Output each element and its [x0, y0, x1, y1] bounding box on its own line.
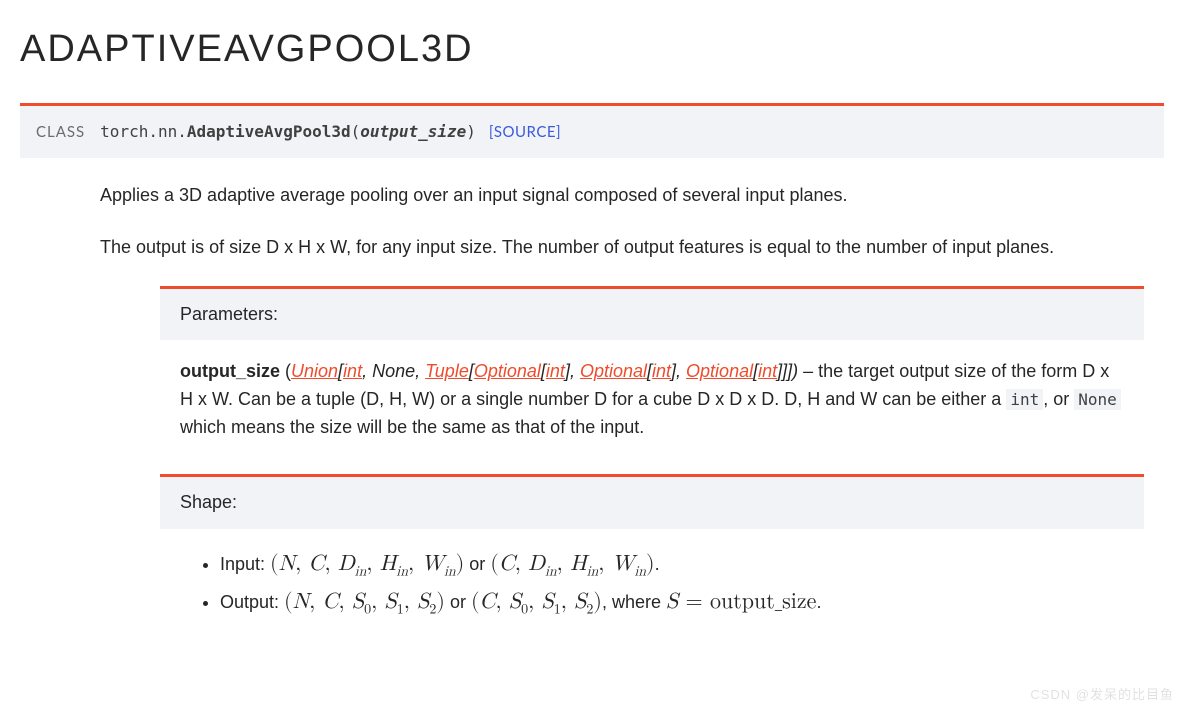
param-desc-mid: , or	[1043, 389, 1074, 409]
parameters-header: Parameters:	[160, 289, 1144, 341]
type-optional-link[interactable]: Optional	[474, 361, 541, 381]
parameters-section: Parameters: output_size (Union[int, None…	[160, 286, 1144, 447]
signature-path: torch.nn.AdaptiveAvgPool3d(output_size)	[100, 122, 476, 141]
type-int-link[interactable]: int	[343, 361, 362, 381]
description-para-2: The output is of size D x H x W, for any…	[100, 234, 1144, 262]
shape-output-item: Output: (N, C, S0, S1, S2) or (C, S0, S1…	[220, 585, 1124, 619]
literal-none: None	[1074, 389, 1121, 410]
source-link[interactable]: [SOURCE]	[489, 123, 561, 141]
parameters-body: output_size (Union[int, None, Tuple[Opti…	[160, 340, 1144, 446]
math-input-full: (N, C, Din, Hin, Win)	[270, 553, 464, 575]
description-para-1: Applies a 3D adaptive average pooling ov…	[100, 182, 1144, 210]
type-int-link[interactable]: int	[758, 361, 777, 381]
literal-int: int	[1006, 389, 1043, 410]
shape-section: Shape: Input: (N, C, Din, Hin, Win) or (…	[160, 474, 1144, 627]
page-title: ADAPTIVEAVGPOOL3D	[20, 20, 1164, 79]
class-signature: CLASS torch.nn.AdaptiveAvgPool3d(output_…	[20, 103, 1164, 158]
type-int-link[interactable]: int	[546, 361, 565, 381]
math-output-full: (N, C, S0, S1, S2)	[284, 591, 445, 613]
shape-header: Shape:	[160, 477, 1144, 529]
math-S: S	[666, 591, 678, 613]
type-int-link[interactable]: int	[652, 361, 671, 381]
shape-body: Input: (N, C, Din, Hin, Win) or (C, Din,…	[160, 529, 1144, 627]
shape-input-item: Input: (N, C, Din, Hin, Win) or (C, Din,…	[220, 547, 1124, 581]
type-optional-link[interactable]: Optional	[686, 361, 753, 381]
type-optional-link[interactable]: Optional	[580, 361, 647, 381]
math-output-size: output_size	[710, 591, 816, 613]
param-name: output_size	[180, 361, 280, 381]
class-keyword: CLASS	[36, 123, 85, 141]
math-input-nobatch: (C, Din, Hin, Win)	[490, 553, 654, 575]
shape-list: Input: (N, C, Din, Hin, Win) or (C, Din,…	[220, 547, 1124, 619]
param-desc-2: which means the size will be the same as…	[180, 417, 644, 437]
type-tuple-link[interactable]: Tuple	[425, 361, 469, 381]
watermark: CSDN @发呆的比目鱼	[1030, 685, 1174, 705]
type-union-link[interactable]: Union	[291, 361, 338, 381]
param-type: (Union[int, None, Tuple[Optional[int], O…	[280, 361, 818, 381]
math-output-nobatch: (C, S0, S1, S2)	[471, 591, 602, 613]
